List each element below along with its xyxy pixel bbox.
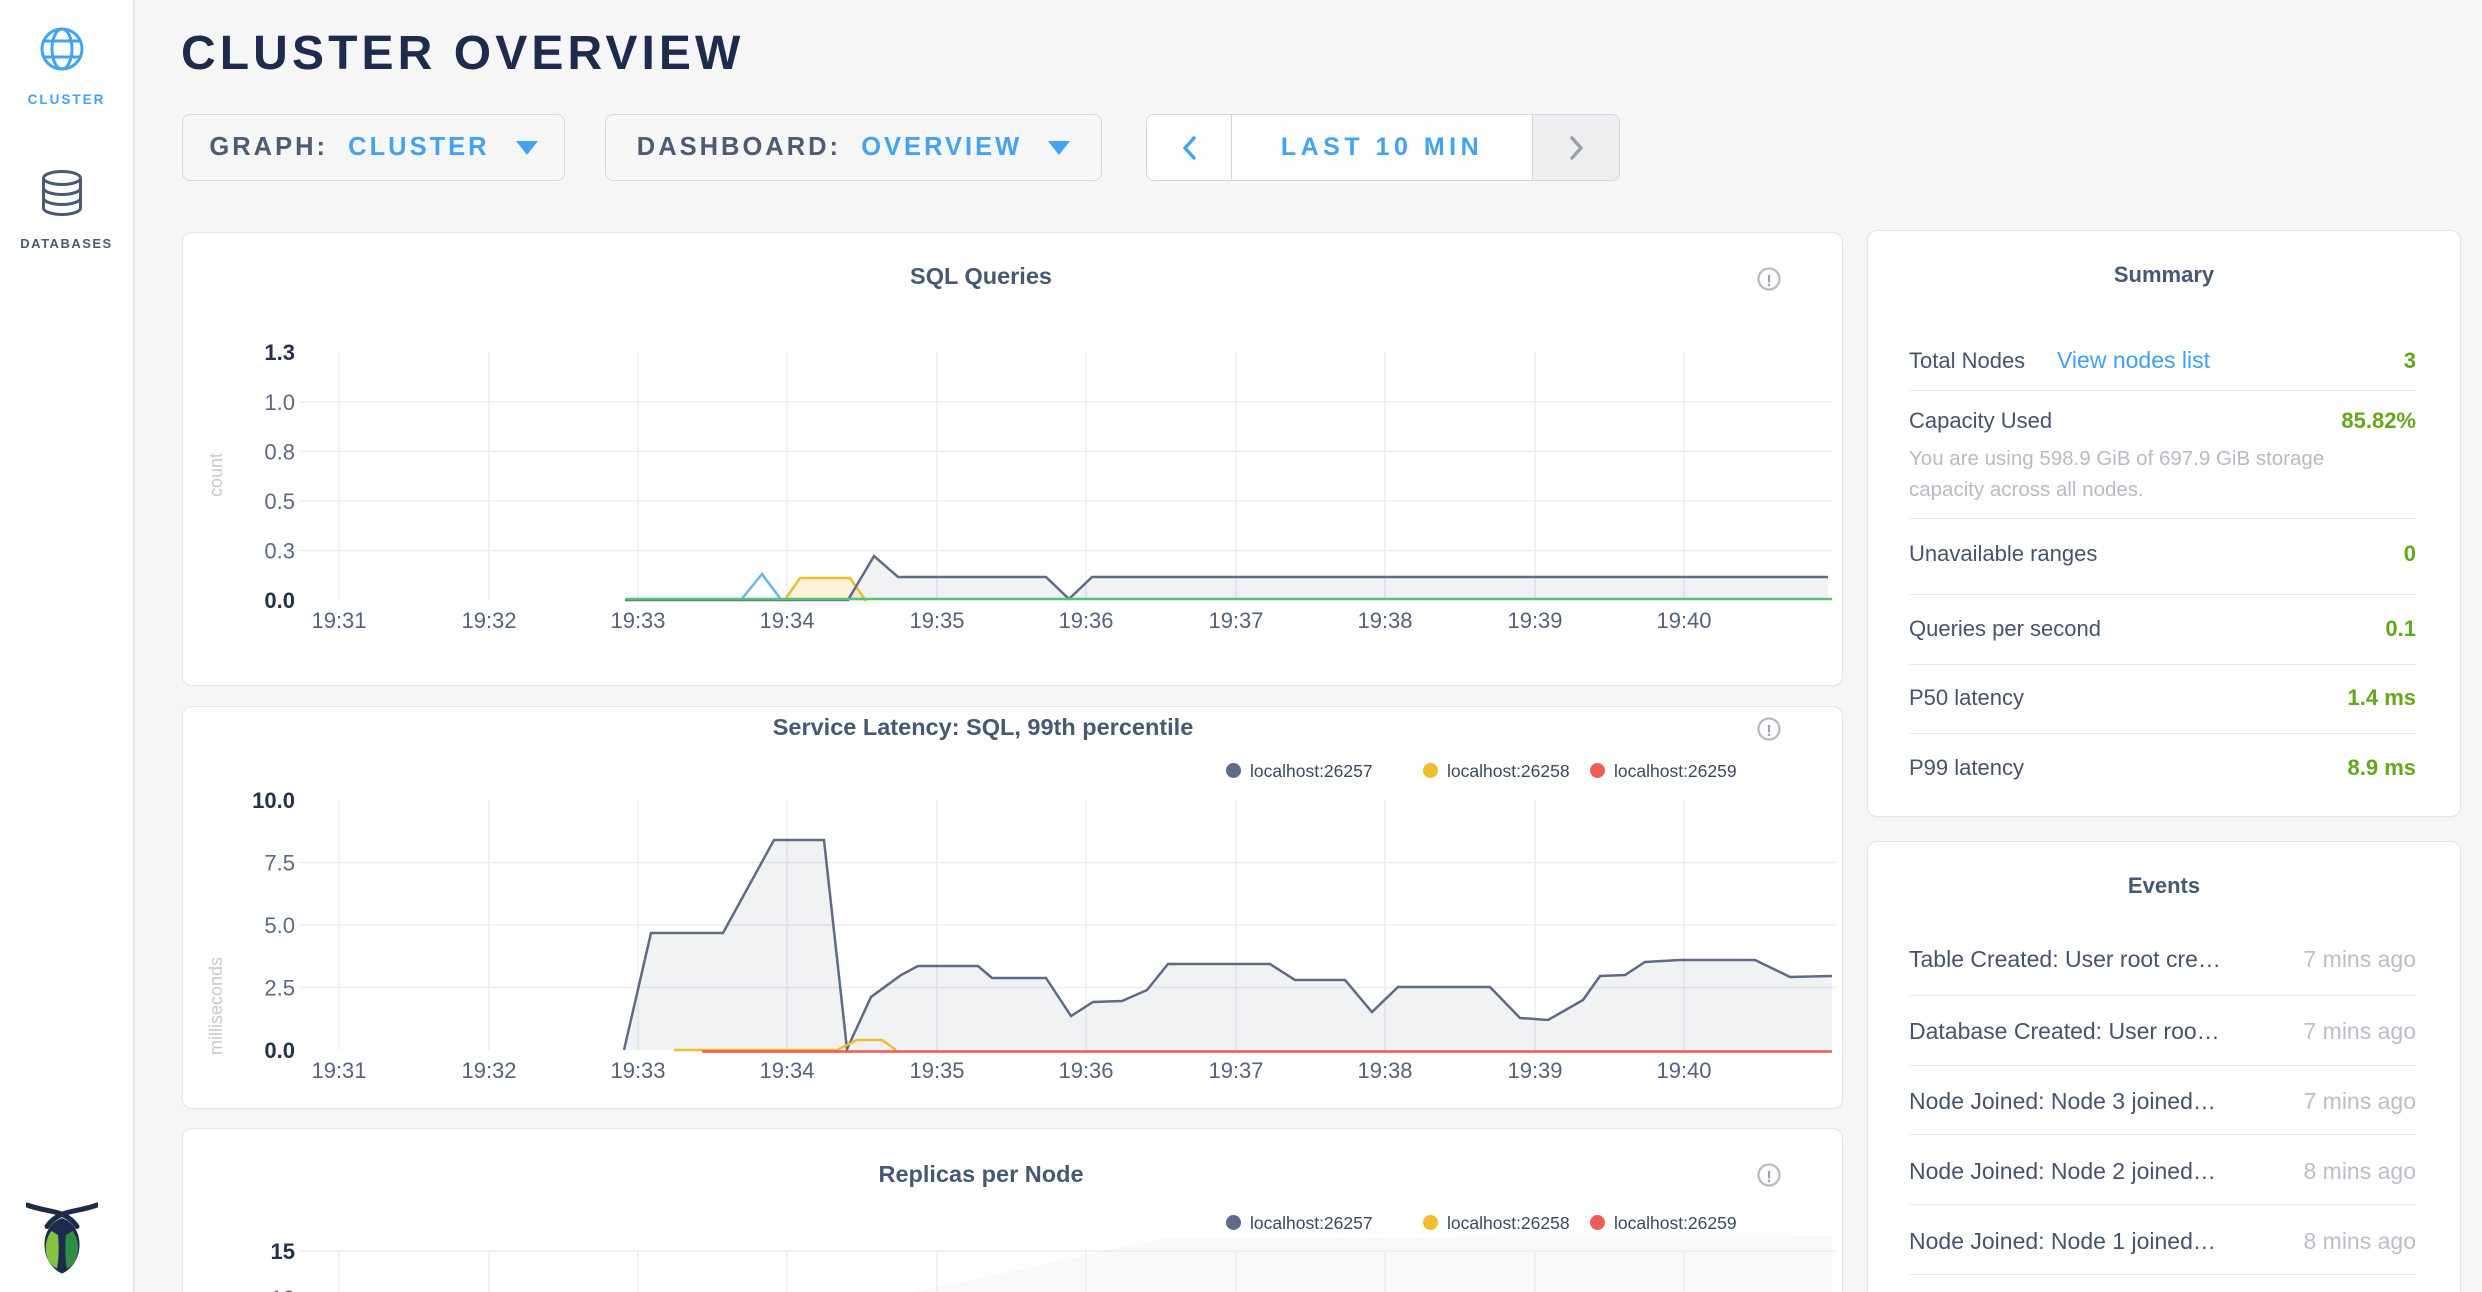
svg-text:19:31: 19:31 bbox=[311, 1058, 366, 1083]
svg-text:1.3: 1.3 bbox=[264, 340, 295, 365]
svg-text:19:33: 19:33 bbox=[610, 1058, 665, 1083]
svg-text:1.0: 1.0 bbox=[264, 390, 295, 415]
svg-text:19:37: 19:37 bbox=[1208, 1058, 1263, 1083]
svg-text:10.0: 10.0 bbox=[252, 788, 295, 813]
svg-text:19:36: 19:36 bbox=[1058, 1058, 1113, 1083]
svg-text:19:38: 19:38 bbox=[1357, 608, 1412, 633]
svg-text:19:31: 19:31 bbox=[311, 608, 366, 633]
svg-text:19:40: 19:40 bbox=[1656, 608, 1711, 633]
svg-text:2.5: 2.5 bbox=[264, 976, 295, 1001]
svg-text:19:32: 19:32 bbox=[461, 1058, 516, 1083]
svg-text:!: ! bbox=[1766, 723, 1771, 740]
svg-text:19:35: 19:35 bbox=[909, 1058, 964, 1083]
svg-text:!: ! bbox=[1766, 273, 1771, 290]
svg-text:19:39: 19:39 bbox=[1507, 1058, 1562, 1083]
svg-text:milliseconds: milliseconds bbox=[206, 957, 226, 1055]
svg-text:19:36: 19:36 bbox=[1058, 608, 1113, 633]
svg-text:19:40: 19:40 bbox=[1656, 1058, 1711, 1083]
svg-text:count: count bbox=[206, 453, 226, 497]
svg-text:19:34: 19:34 bbox=[759, 608, 814, 633]
svg-text:0.5: 0.5 bbox=[264, 489, 295, 514]
svg-text:15: 15 bbox=[271, 1239, 295, 1264]
svg-text:0.8: 0.8 bbox=[264, 440, 295, 465]
svg-text:!: ! bbox=[1766, 1169, 1771, 1186]
svg-text:19:35: 19:35 bbox=[909, 608, 964, 633]
svg-text:19:37: 19:37 bbox=[1208, 608, 1263, 633]
svg-text:19:32: 19:32 bbox=[461, 608, 516, 633]
svg-text:5.0: 5.0 bbox=[264, 913, 295, 938]
svg-text:0.3: 0.3 bbox=[264, 539, 295, 564]
svg-text:19:39: 19:39 bbox=[1507, 608, 1562, 633]
svg-text:0.0: 0.0 bbox=[264, 588, 295, 613]
svg-text:19:38: 19:38 bbox=[1357, 1058, 1412, 1083]
svg-text:0.0: 0.0 bbox=[264, 1038, 295, 1063]
svg-text:19:33: 19:33 bbox=[610, 608, 665, 633]
svg-text:7.5: 7.5 bbox=[264, 851, 295, 876]
svg-text:10: 10 bbox=[271, 1286, 295, 1292]
svg-text:19:34: 19:34 bbox=[759, 1058, 814, 1083]
